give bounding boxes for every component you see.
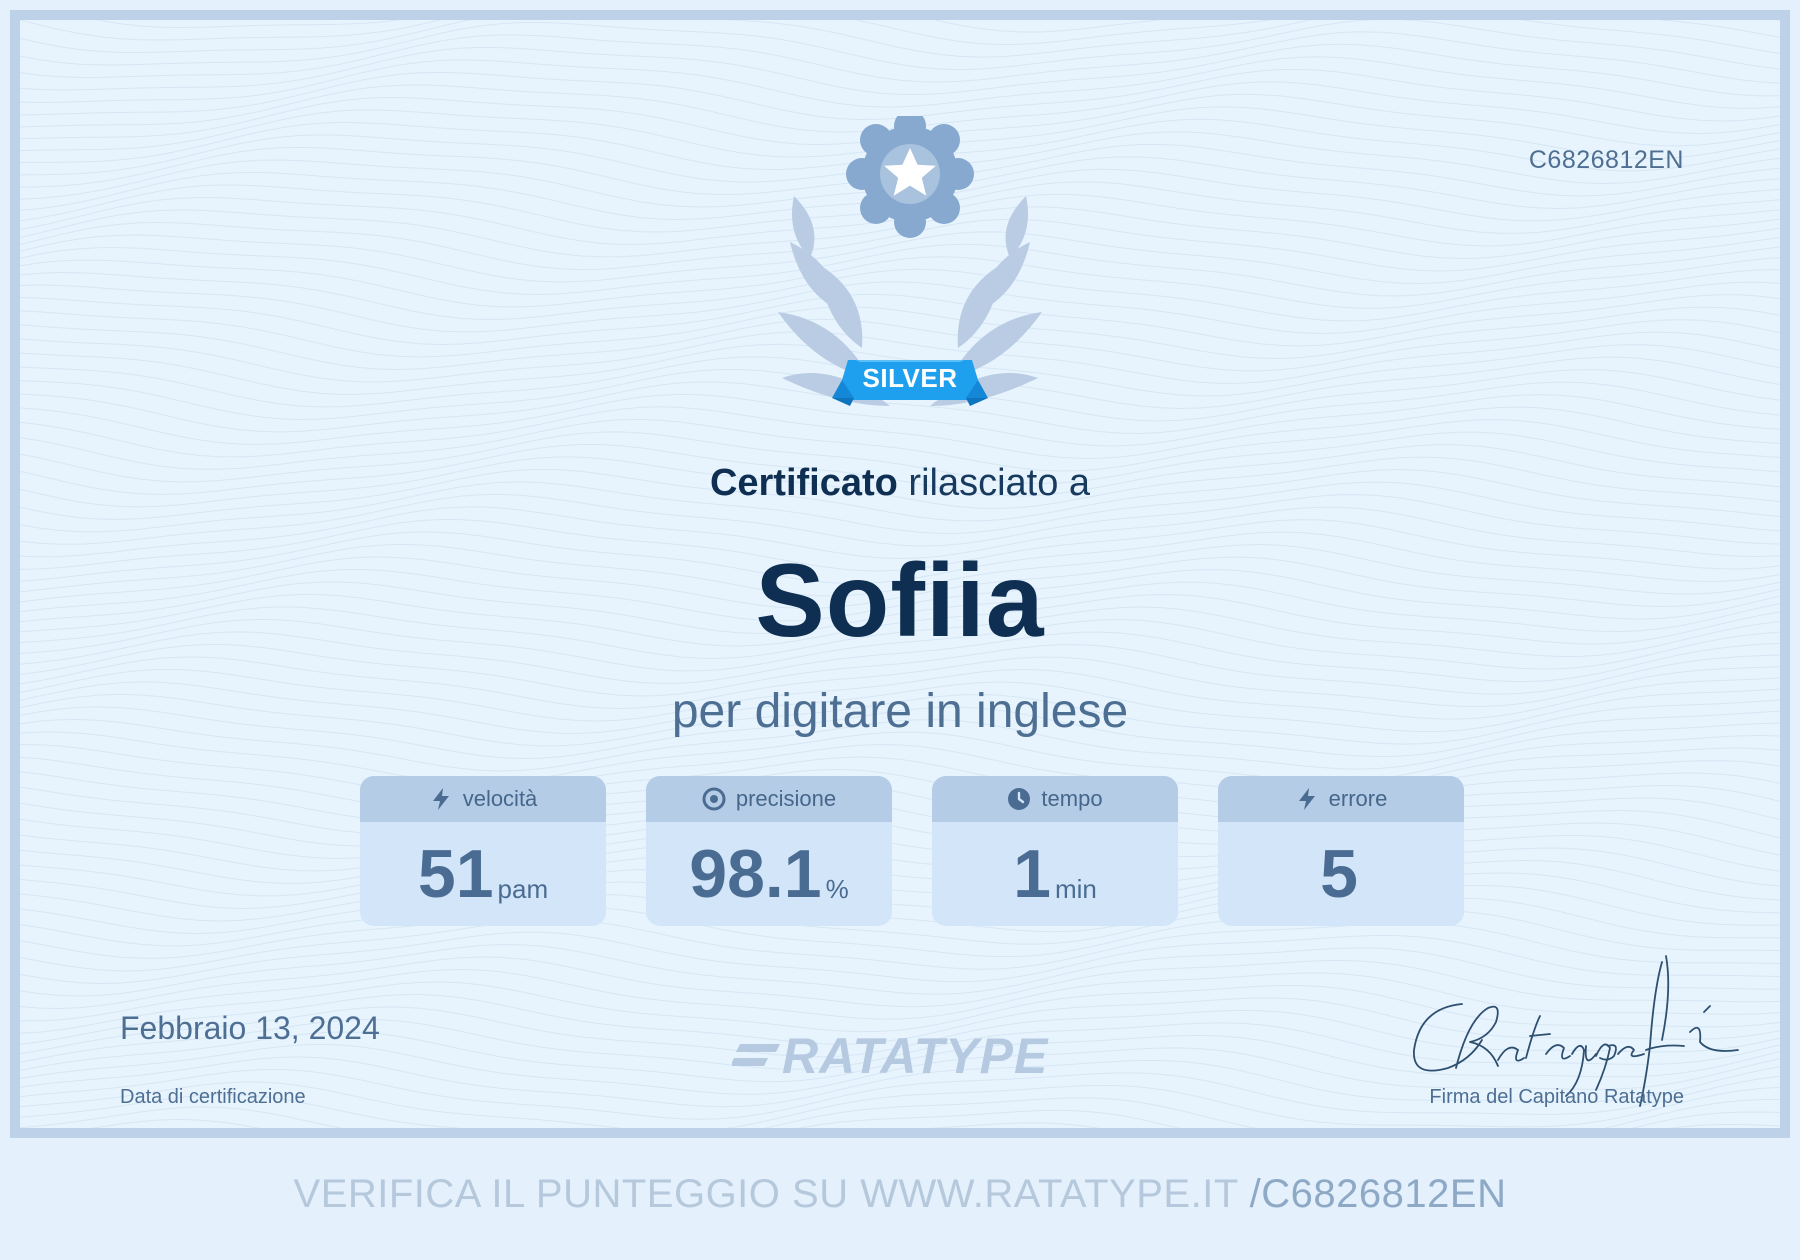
verify-code: /C6826812EN — [1249, 1172, 1507, 1216]
clock-icon — [1008, 788, 1031, 810]
certification-date-label: Data di certificazione — [120, 1086, 306, 1108]
issued-line: Certificato rilasciato a — [20, 462, 1780, 505]
certification-date: Febbraio 13, 2024 — [120, 1010, 380, 1046]
stat-speed-value: 51 — [417, 836, 494, 912]
stat-speed-label: velocità — [462, 786, 538, 811]
stat-accuracy: precisione 98.1 % — [646, 776, 892, 926]
stat-speed: velocità 51 pam — [360, 776, 606, 926]
certificate: C6826812EN SILVER Certificato rilasciato… — [10, 10, 1790, 1138]
lightning-icon — [432, 788, 449, 810]
stats-row: velocità 51 pam precisione 98.1 % tempo — [360, 776, 1464, 926]
recipient-name: Sofiia — [755, 543, 1045, 659]
medal-label: SILVER — [862, 363, 958, 393]
stat-time-value: 1 — [1013, 836, 1051, 912]
stat-speed-header: velocità — [360, 776, 606, 822]
verify-score-line: VERIFICA IL PUNTEGGIO SU WWW.RATATYPE.IT… — [0, 1172, 1800, 1217]
stat-time: tempo 1 min — [932, 776, 1178, 926]
signature-label: Firma del Capitano Ratatype — [1429, 1086, 1684, 1108]
stat-errors-header: errore — [1218, 776, 1464, 822]
stat-speed-unit: pam — [497, 873, 549, 904]
stat-errors-label: errore — [1328, 786, 1388, 811]
verify-prefix: VERIFICA IL PUNTEGGIO SU WWW.RATATYPE.IT — [293, 1172, 1250, 1216]
stat-time-header: tempo — [932, 776, 1178, 822]
lightning-icon — [1298, 788, 1315, 810]
stat-time-label: tempo — [1041, 786, 1103, 811]
ratatype-logo-text: RATATYPE — [782, 1028, 1049, 1084]
stat-errors: errore 5 — [1218, 776, 1464, 926]
stat-errors-value: 5 — [1320, 836, 1358, 912]
certificate-subject: per digitare in inglese — [671, 685, 1129, 738]
issued-bold: Certificato — [709, 462, 898, 504]
stat-accuracy-header: precisione — [646, 776, 892, 822]
issued-rest: rilasciato a — [897, 462, 1091, 504]
target-icon — [702, 787, 726, 811]
certificate-id: C6826812EN — [1528, 146, 1684, 174]
stat-accuracy-value: 98.1 — [689, 836, 822, 912]
stat-accuracy-unit: % — [825, 873, 849, 904]
stat-time-unit: min — [1054, 873, 1097, 904]
stat-accuracy-label: precisione — [735, 786, 837, 811]
